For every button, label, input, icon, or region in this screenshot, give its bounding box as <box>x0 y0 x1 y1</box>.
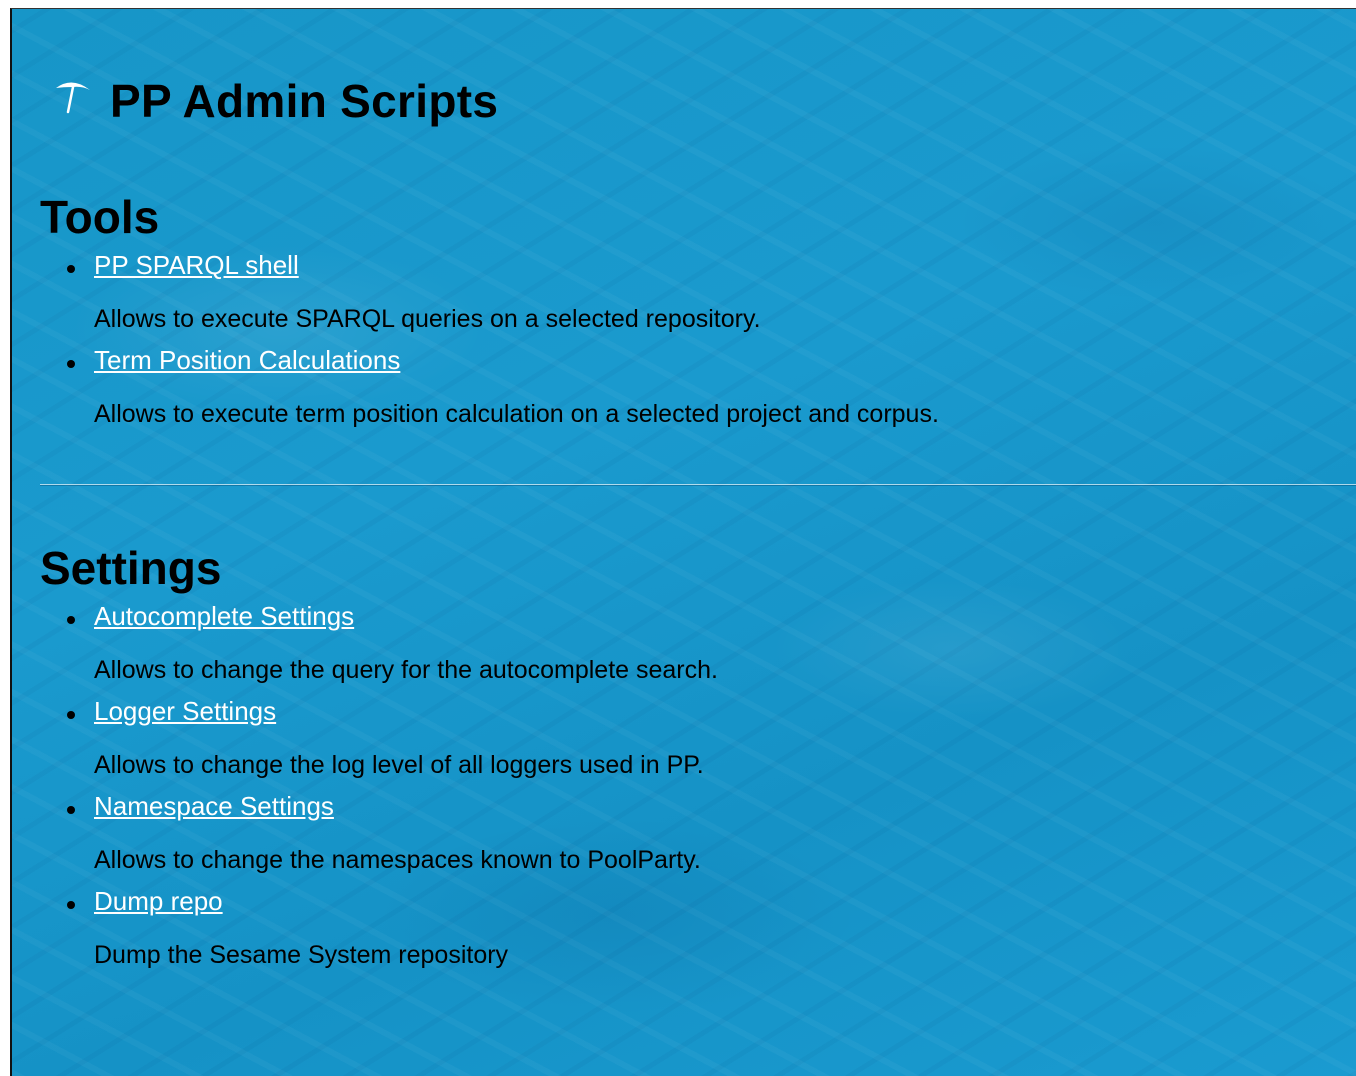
autocomplete-settings-link[interactable]: Autocomplete Settings <box>94 596 354 636</box>
list-item: Term Position Calculations Allows to exe… <box>40 340 939 435</box>
item-description: Allows to change the query for the autoc… <box>94 656 718 684</box>
list-item: Dump repo Dump the Sesame System reposit… <box>40 881 718 976</box>
tools-section: Tools PP SPARQL shell Allows to execute … <box>40 189 939 435</box>
list-item: PP SPARQL shell Allows to execute SPARQL… <box>40 245 939 340</box>
term-position-calculations-link[interactable]: Term Position Calculations <box>94 340 400 380</box>
bullet-icon <box>67 616 75 624</box>
settings-list: Autocomplete Settings Allows to change t… <box>40 596 718 976</box>
page-frame: PP Admin Scripts Tools PP SPARQL shell A… <box>10 8 1356 1076</box>
tools-heading: Tools <box>40 191 160 243</box>
bullet-icon <box>67 711 75 719</box>
section-divider <box>40 484 1356 486</box>
item-description: Dump the Sesame System repository <box>94 941 509 969</box>
tools-list: PP SPARQL shell Allows to execute SPARQL… <box>40 245 939 435</box>
sparql-shell-link[interactable]: PP SPARQL shell <box>94 245 299 285</box>
item-description: Allows to change the log level of all lo… <box>94 751 704 779</box>
item-description: Allows to change the namespaces known to… <box>94 846 701 874</box>
bullet-icon <box>67 806 75 814</box>
list-item: Logger Settings Allows to change the log… <box>40 691 718 786</box>
umbrella-icon <box>56 82 90 114</box>
bullet-icon <box>67 901 75 909</box>
dump-repo-link[interactable]: Dump repo <box>94 881 223 921</box>
namespace-settings-link[interactable]: Namespace Settings <box>94 786 334 826</box>
page-title: PP Admin Scripts <box>110 75 499 127</box>
list-item: Autocomplete Settings Allows to change t… <box>40 596 718 691</box>
item-description: Allows to execute term position calculat… <box>94 400 939 428</box>
settings-section: Settings Autocomplete Settings Allows to… <box>40 540 718 976</box>
settings-heading: Settings <box>40 542 222 594</box>
list-item: Namespace Settings Allows to change the … <box>40 786 718 881</box>
page-header: PP Admin Scripts <box>52 71 498 131</box>
item-description: Allows to execute SPARQL queries on a se… <box>94 305 761 333</box>
logger-settings-link[interactable]: Logger Settings <box>94 691 276 731</box>
bullet-icon <box>67 360 75 368</box>
bullet-icon <box>67 265 75 273</box>
